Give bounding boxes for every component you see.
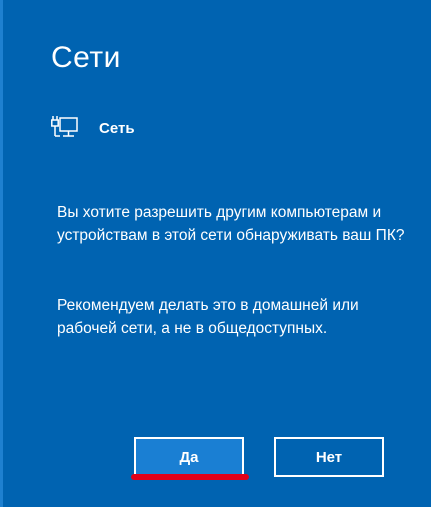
network-entry: Сеть: [51, 113, 135, 143]
yes-button[interactable]: Да: [134, 437, 244, 477]
network-discovery-panel: Сети Сеть Вы хотите разрешить другим ком…: [0, 0, 431, 507]
network-name: Сеть: [99, 119, 135, 137]
ethernet-network-icon: [51, 115, 79, 141]
highlight-underline: [131, 474, 249, 480]
no-button[interactable]: Нет: [274, 437, 384, 477]
discovery-question: Вы хотите разрешить другим компьютерам и…: [57, 204, 405, 244]
page-title: Сети: [51, 41, 121, 74]
recommendation-text: Рекомендуем делать это в домашней или ра…: [57, 297, 359, 337]
